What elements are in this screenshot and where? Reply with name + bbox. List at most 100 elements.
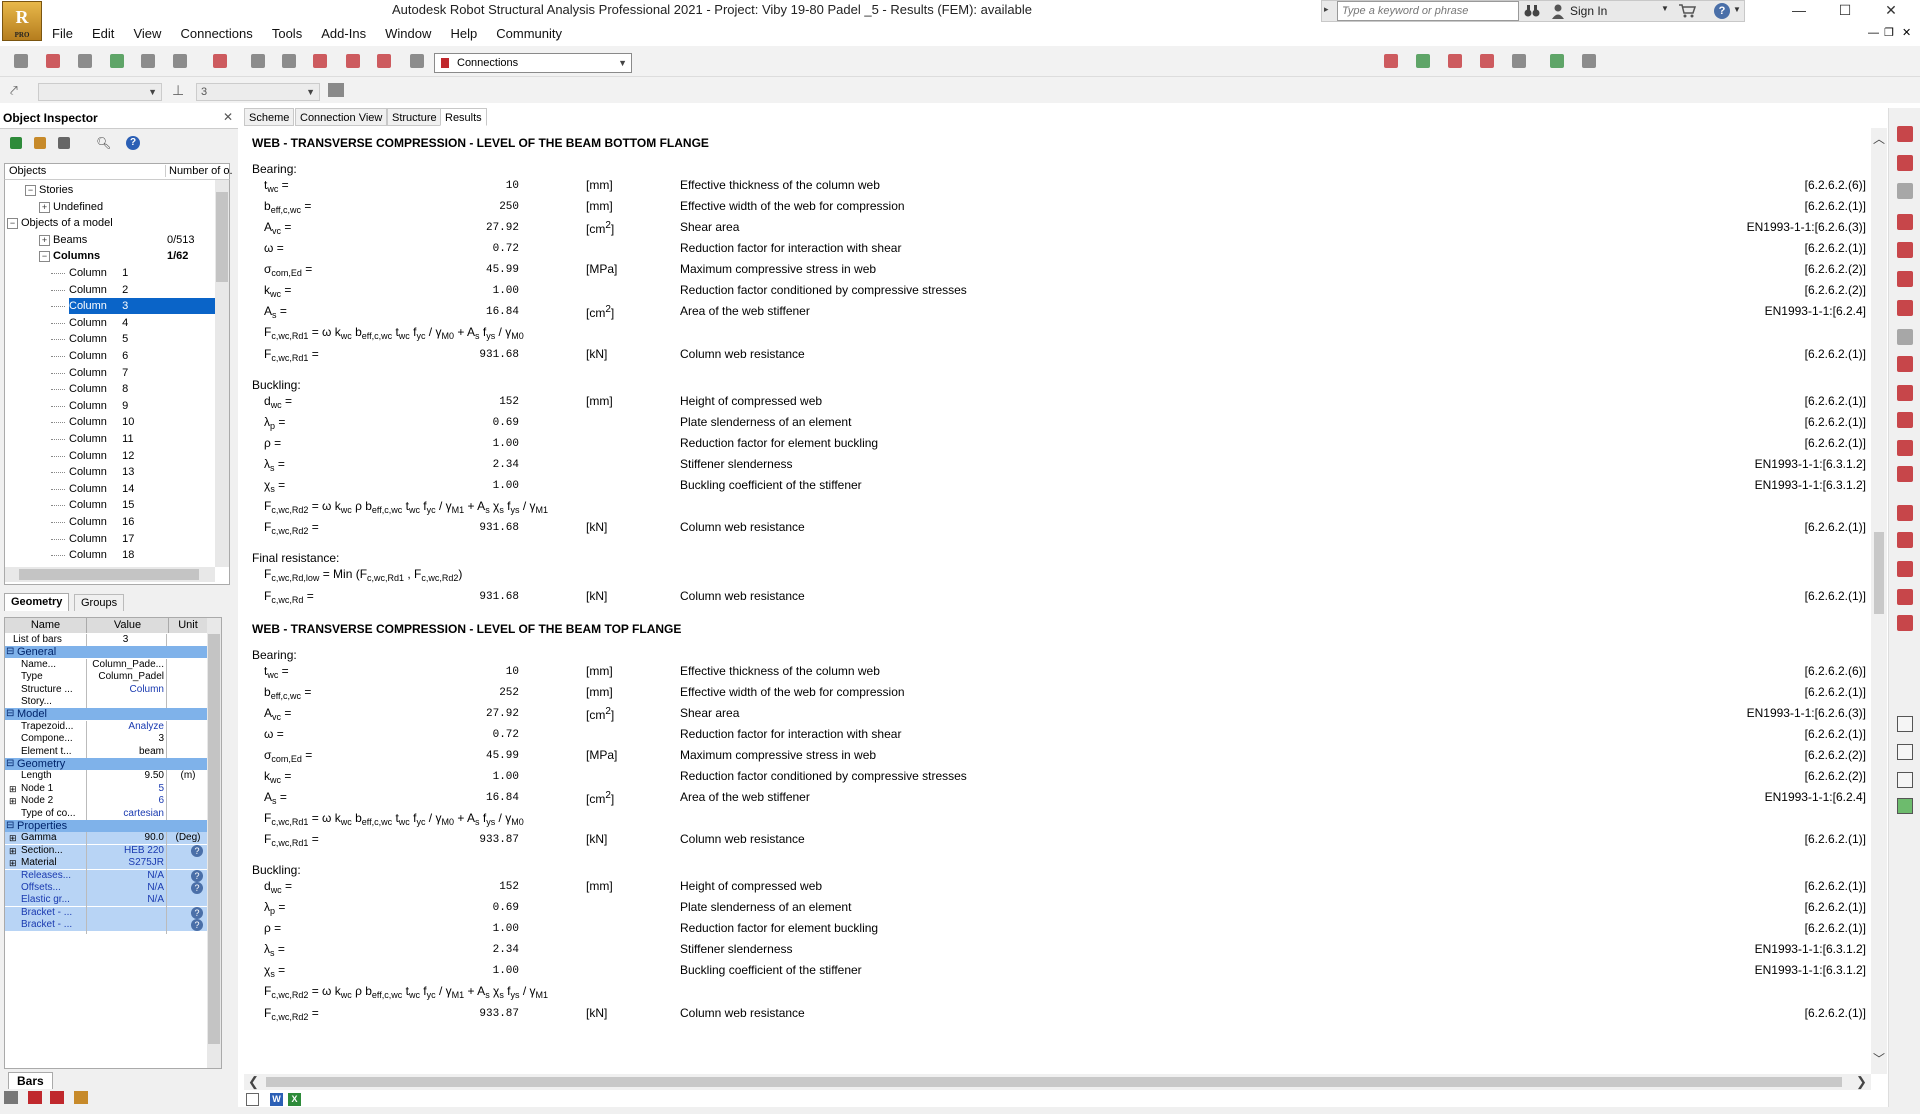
close-button[interactable]: ✕ (1868, 0, 1914, 22)
frame-knee-icon[interactable] (1897, 385, 1913, 401)
results-hscroll-thumb[interactable] (266, 1077, 1842, 1087)
tab-connection-view[interactable]: Connection View (295, 108, 388, 126)
double-beam-icon[interactable] (1897, 440, 1913, 456)
property-group[interactable]: ⊟ Geometry (5, 758, 207, 770)
tree-hscrollbar[interactable] (5, 567, 215, 582)
property-row[interactable]: ⊞ Gamma 90.0 (Deg) (5, 832, 207, 848)
tab-bars[interactable]: Bars (8, 1072, 53, 1089)
expand-icon[interactable]: + (39, 201, 50, 213)
property-row[interactable]: Offsets... N/A? (5, 882, 207, 897)
props-header-name[interactable]: Name (5, 618, 87, 633)
connection-new-icon[interactable] (1380, 50, 1402, 72)
property-row[interactable]: Type of co... cartesian (5, 807, 207, 823)
wrench-icon[interactable] (373, 50, 395, 72)
tab-groups[interactable]: Groups (74, 594, 125, 611)
connection-report-icon[interactable] (1578, 50, 1600, 72)
bars-list-icon[interactable] (4, 1091, 18, 1104)
doc-page-icon[interactable] (246, 1093, 259, 1106)
property-row[interactable]: Element t... beam (5, 745, 207, 761)
anchor-icon[interactable] (1897, 505, 1913, 521)
help-chevron-icon[interactable]: ▼ (1733, 5, 1741, 14)
selection-combo[interactable]: ▼ (38, 83, 162, 101)
help-icon[interactable]: ? (191, 869, 203, 882)
gear-icon[interactable] (1897, 532, 1913, 548)
property-group[interactable]: ⊟ Properties (5, 820, 207, 832)
property-row[interactable]: Bracket - ...? (5, 919, 207, 935)
hse-icon[interactable] (1897, 466, 1913, 482)
props-vscrollbar[interactable] (207, 618, 221, 1068)
cart-icon[interactable] (1678, 3, 1697, 19)
binoculars-icon[interactable] (1524, 3, 1540, 19)
property-row[interactable]: Compone... 3 (5, 733, 207, 749)
open-icon[interactable] (10, 50, 32, 72)
property-row[interactable]: List of bars 3 (5, 634, 207, 649)
gusset-icon[interactable] (1897, 271, 1913, 287)
pointer-icon[interactable]: ⤤ (10, 82, 28, 100)
menu-add-ins[interactable]: Add-Ins (313, 24, 374, 44)
connection-add-icon[interactable] (1476, 50, 1498, 72)
print-icon[interactable] (74, 50, 96, 72)
collapse-icon[interactable]: − (25, 185, 36, 196)
property-row[interactable]: Bracket - ...? (5, 906, 207, 922)
property-group[interactable]: ⊟ General (5, 646, 207, 659)
cone-icon[interactable] (1897, 561, 1913, 577)
save-icon[interactable] (42, 50, 64, 72)
filter-clear-icon[interactable] (58, 137, 70, 149)
tab-geometry[interactable]: Geometry (4, 593, 70, 611)
report-green-icon[interactable] (1897, 798, 1913, 814)
layout-icon[interactable] (406, 50, 428, 72)
bars-pen-icon[interactable] (74, 1091, 88, 1104)
mdi-close-button[interactable]: ✕ (1902, 26, 1911, 39)
results-hscrollbar[interactable]: ❮ ❯ (244, 1074, 1871, 1090)
word-icon[interactable]: W (270, 1093, 283, 1106)
scroll-down-icon[interactable]: ﹀ (1873, 1050, 1885, 1067)
excel-icon[interactable]: X (288, 1093, 301, 1106)
tree-col-number[interactable]: Number of o. (165, 165, 233, 177)
sign-in-link[interactable]: Sign In (1570, 4, 1607, 18)
help-icon[interactable]: ? (191, 919, 203, 932)
menu-tools[interactable]: Tools (264, 24, 310, 44)
sign-in-chevron-icon[interactable]: ▼ (1661, 4, 1669, 13)
tab-results[interactable]: Results (440, 108, 487, 126)
property-row[interactable]: ⊞ Section... HEB 220? (5, 844, 207, 860)
tree-col-objects[interactable]: Objects (9, 165, 46, 177)
level-icon[interactable]: ⊥ (172, 82, 190, 100)
property-row[interactable]: Structure ... Column (5, 683, 207, 699)
menu-window[interactable]: Window (377, 24, 439, 44)
report-icon[interactable] (1897, 716, 1913, 732)
pinned-column-icon[interactable] (1897, 183, 1913, 199)
connection-define-icon[interactable] (1412, 50, 1434, 72)
help-icon[interactable]: ? (191, 882, 203, 894)
connection-refresh-icon[interactable] (1444, 50, 1466, 72)
property-value[interactable] (87, 919, 167, 935)
tree-vscrollbar[interactable] (215, 180, 229, 567)
mdi-restore-button[interactable]: ❐ (1884, 26, 1894, 39)
help-icon[interactable]: ? (191, 844, 203, 857)
scroll-right-icon[interactable]: ❯ (1856, 1074, 1867, 1090)
level-settings-icon[interactable] (328, 83, 344, 97)
scroll-left-icon[interactable]: ❮ (248, 1074, 259, 1090)
screen-capture-icon[interactable] (169, 50, 191, 72)
props-vscroll-thumb[interactable] (208, 634, 220, 1044)
minimize-button[interactable]: — (1776, 0, 1822, 22)
level-combo[interactable]: 3 ▼ (196, 83, 320, 101)
help-icon[interactable]: ? (126, 136, 140, 150)
tree-vscroll-thumb[interactable] (216, 192, 228, 282)
bracing-icon[interactable] (1897, 300, 1913, 316)
property-row[interactable]: Name... Column_Pade... (5, 658, 207, 674)
collapse-icon[interactable]: − (39, 251, 50, 263)
bars-delete-icon[interactable] (50, 1091, 64, 1104)
maximize-button[interactable]: ☐ (1822, 0, 1868, 22)
truss-icon[interactable] (1897, 615, 1913, 631)
target-icon[interactable] (309, 50, 331, 72)
property-row[interactable]: Story... (5, 696, 207, 711)
menu-community[interactable]: Community (488, 24, 570, 44)
property-row[interactable]: Trapezoid... Analyze (5, 720, 207, 736)
layout-combo[interactable]: Connections ▼ (434, 53, 632, 73)
scroll-up-icon[interactable]: ︿ (1873, 130, 1885, 147)
bars-edit-icon[interactable] (28, 1091, 42, 1104)
zoom-icon[interactable] (278, 50, 300, 72)
connection-check-icon[interactable] (1508, 50, 1530, 72)
property-row[interactable]: ⊞ Node 15 (5, 782, 207, 798)
structure-icon[interactable] (106, 50, 128, 72)
